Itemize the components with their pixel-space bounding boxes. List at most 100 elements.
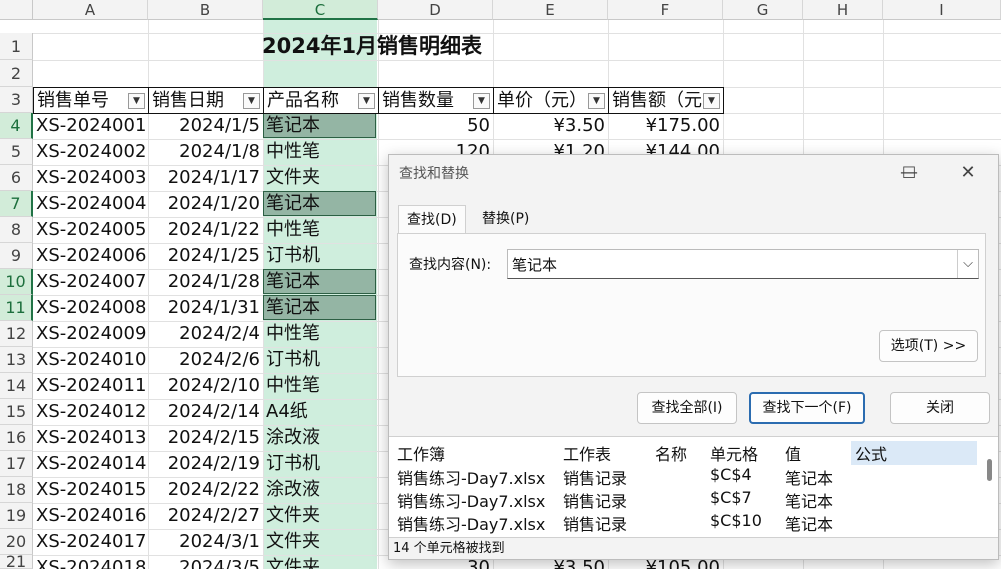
- data-cell[interactable]: 中性笔: [263, 321, 378, 347]
- row-header-21[interactable]: 21: [0, 554, 33, 569]
- data-cell[interactable]: XS-2024004: [33, 191, 148, 217]
- results-scrollbar[interactable]: [987, 459, 992, 481]
- row-header-8[interactable]: 8: [0, 217, 33, 243]
- data-cell[interactable]: 2024/2/27: [148, 503, 263, 529]
- data-cell[interactable]: 涂改液: [263, 425, 378, 451]
- data-cell[interactable]: XS-2024002: [33, 139, 148, 165]
- data-cell[interactable]: 2024/2/15: [148, 425, 263, 451]
- data-cell[interactable]: 2024/3/5: [148, 555, 263, 569]
- filter-dropdown-icon[interactable]: ▼: [243, 93, 260, 109]
- result-cell[interactable]: 销售记录: [563, 465, 627, 489]
- data-cell[interactable]: 2024/2/14: [148, 399, 263, 425]
- row-header-5[interactable]: 5: [0, 139, 33, 165]
- result-cell[interactable]: 销售练习-Day7.xlsx: [397, 511, 545, 535]
- column-header-c[interactable]: C: [263, 0, 378, 20]
- data-cell[interactable]: 2024/1/25: [148, 243, 263, 269]
- results-column-header[interactable]: 工作簿: [397, 441, 445, 465]
- maximize-icon[interactable]: ☐: [894, 159, 924, 187]
- row-header-10[interactable]: 10: [0, 269, 33, 295]
- results-column-header[interactable]: 名称: [655, 441, 687, 465]
- column-header-d[interactable]: D: [378, 0, 493, 20]
- column-header-i[interactable]: I: [883, 0, 1001, 20]
- result-cell[interactable]: 销售记录: [563, 488, 627, 512]
- data-cell[interactable]: XS-2024009: [33, 321, 148, 347]
- row-header-11[interactable]: 11: [0, 295, 33, 321]
- data-cell[interactable]: 订书机: [263, 243, 378, 269]
- data-cell[interactable]: 2024/1/31: [148, 295, 263, 321]
- result-cell[interactable]: 笔记本: [785, 465, 833, 489]
- data-cell[interactable]: 2024/2/6: [148, 347, 263, 373]
- result-cell[interactable]: $C$4: [710, 465, 752, 484]
- data-cell[interactable]: 2024/1/5: [148, 113, 263, 139]
- data-cell[interactable]: XS-2024011: [33, 373, 148, 399]
- header-cell[interactable]: 销售额（元 ▼: [608, 87, 724, 114]
- data-cell[interactable]: 文件夹: [263, 503, 378, 529]
- data-cell[interactable]: 2024/2/22: [148, 477, 263, 503]
- header-cell[interactable]: 销售数量 ▼: [378, 87, 494, 114]
- results-column-header[interactable]: 公式: [851, 441, 977, 465]
- column-header-f[interactable]: F: [608, 0, 723, 20]
- row-header-17[interactable]: 17: [0, 451, 33, 477]
- data-cell[interactable]: 文件夹: [263, 555, 378, 569]
- close-icon[interactable]: ✕: [953, 159, 983, 187]
- data-cell[interactable]: XS-2024016: [33, 503, 148, 529]
- filter-dropdown-icon[interactable]: ▼: [473, 93, 490, 109]
- results-column-header[interactable]: 工作表: [563, 441, 611, 465]
- data-cell[interactable]: 2024/2/19: [148, 451, 263, 477]
- data-cell[interactable]: 2024/2/10: [148, 373, 263, 399]
- header-cell[interactable]: 单价（元） ▼: [493, 87, 609, 114]
- data-cell[interactable]: 笔记本: [263, 269, 378, 295]
- row-header-7[interactable]: 7: [0, 191, 33, 217]
- result-cell[interactable]: 销售练习-Day7.xlsx: [397, 488, 545, 512]
- data-cell[interactable]: 2024/1/8: [148, 139, 263, 165]
- close-button[interactable]: 关闭: [890, 392, 990, 424]
- data-cell[interactable]: 笔记本: [263, 113, 378, 139]
- results-list[interactable]: 工作簿 工作表 名称 单元格 值 公式 销售练习-Day7.xlsx 销售记录 $C$4 笔记本…: [389, 436, 998, 539]
- filter-dropdown-icon[interactable]: ▼: [128, 93, 145, 109]
- row-header-12[interactable]: 12: [0, 321, 33, 347]
- result-cell[interactable]: 笔记本: [785, 511, 833, 535]
- result-cell[interactable]: $C$10: [710, 511, 762, 530]
- row-header-16[interactable]: 16: [0, 425, 33, 451]
- filter-dropdown-icon[interactable]: ▼: [703, 93, 720, 109]
- data-cell[interactable]: XS-2024010: [33, 347, 148, 373]
- find-next-button[interactable]: 查找下一个(F): [749, 392, 865, 424]
- select-all-corner[interactable]: [0, 0, 33, 20]
- column-header-g[interactable]: G: [723, 0, 803, 20]
- data-cell[interactable]: ¥175.00: [608, 113, 723, 139]
- data-cell[interactable]: XS-2024007: [33, 269, 148, 295]
- data-cell[interactable]: XS-2024017: [33, 529, 148, 555]
- row-header-4[interactable]: 4: [0, 113, 33, 139]
- row-header-2[interactable]: 2: [0, 60, 33, 87]
- column-header-a[interactable]: A: [33, 0, 148, 20]
- data-cell[interactable]: 2024/1/17: [148, 165, 263, 191]
- data-cell[interactable]: 2024/2/4: [148, 321, 263, 347]
- data-cell[interactable]: XS-2024018: [33, 555, 148, 569]
- data-cell[interactable]: XS-2024008: [33, 295, 148, 321]
- data-cell[interactable]: 2024/1/28: [148, 269, 263, 295]
- data-cell[interactable]: 笔记本: [263, 191, 378, 217]
- row-header-9[interactable]: 9: [0, 243, 33, 269]
- data-cell[interactable]: XS-2024012: [33, 399, 148, 425]
- data-cell[interactable]: 中性笔: [263, 373, 378, 399]
- header-cell[interactable]: 产品名称 ▼: [263, 87, 379, 114]
- data-cell[interactable]: 中性笔: [263, 139, 378, 165]
- filter-dropdown-icon[interactable]: ▼: [588, 93, 605, 109]
- data-cell[interactable]: XS-2024006: [33, 243, 148, 269]
- column-header-e[interactable]: E: [493, 0, 608, 20]
- row-header-1[interactable]: 1: [0, 33, 33, 60]
- chevron-down-icon[interactable]: ⌵: [957, 250, 978, 278]
- data-cell[interactable]: 2024/1/20: [148, 191, 263, 217]
- sheet-title[interactable]: 2024年1月销售明细表: [262, 30, 482, 60]
- data-cell[interactable]: 文件夹: [263, 529, 378, 555]
- results-column-header[interactable]: 值: [785, 441, 801, 465]
- data-cell[interactable]: A4纸: [263, 399, 378, 425]
- row-header-6[interactable]: 6: [0, 165, 33, 191]
- options-button[interactable]: 选项(T) >>: [879, 330, 978, 362]
- tab-find[interactable]: 查找(D): [398, 205, 466, 233]
- data-cell[interactable]: XS-2024001: [33, 113, 148, 139]
- find-what-input[interactable]: 笔记本 ⌵: [507, 249, 979, 279]
- column-header-b[interactable]: B: [148, 0, 263, 20]
- data-cell[interactable]: XS-2024014: [33, 451, 148, 477]
- row-header-14[interactable]: 14: [0, 373, 33, 399]
